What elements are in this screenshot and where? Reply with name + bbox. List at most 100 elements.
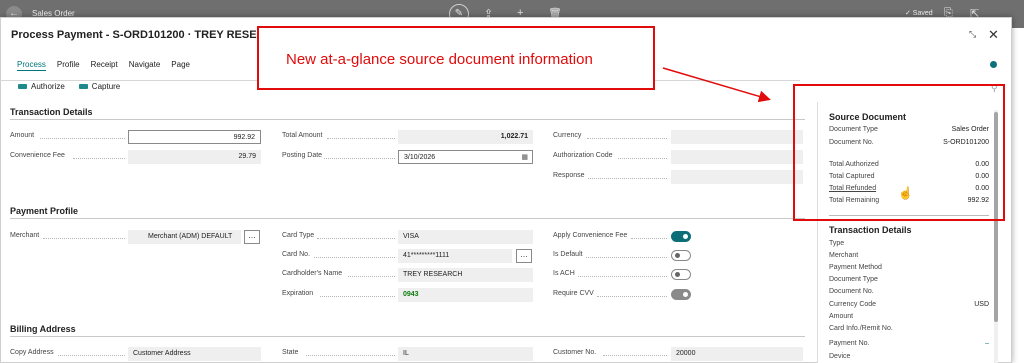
action-bar: Authorize Capture [18,82,120,91]
total-amount-value: 1,022.71 [398,130,533,144]
customer-no-value: 20000 [671,347,803,361]
section-payment-profile[interactable]: Payment Profile [10,206,78,216]
leader-dots [631,238,667,239]
calendar-icon[interactable]: ▦ [521,153,528,161]
response-field: Response [553,170,803,184]
expiration-label: Expiration [282,290,314,297]
fact-label: Document Type [829,276,878,283]
factbox-toggle-icon[interactable] [990,61,997,68]
apply-convenience-fee-toggle[interactable] [671,231,691,242]
leader-dots [317,238,395,239]
saved-status: ✓ Saved [905,10,933,17]
leader-dots [578,276,667,277]
state-value: IL [398,347,533,361]
is-ach-field: Is ACH [553,268,803,282]
fact-row: Document Type [829,276,989,283]
is-ach-label: Is ACH [553,270,575,277]
authorize-button[interactable]: Authorize [18,82,65,91]
require-cvv-toggle[interactable] [671,289,691,300]
dialog-title: Process Payment - S-ORD101200 · TREY RES… [11,29,289,41]
capture-button[interactable]: Capture [78,82,121,91]
customer-no-label: Customer No. [553,349,597,356]
fact-row: Document No. [829,288,989,295]
amount-input[interactable]: 992.92 [128,130,261,144]
fact-label: Payment Method [829,264,882,271]
menu-page[interactable]: Page [171,60,190,71]
expiration-value: 0943 [398,288,533,302]
require-cvv-field: Require CVV [553,288,803,302]
leader-dots [588,178,667,179]
close-icon[interactable]: ✕ [988,27,999,43]
convenience-fee-field: Convenience Fee 29.79 [10,150,261,164]
posting-date-value: 3/10/2026 [404,154,436,161]
menu-profile[interactable]: Profile [57,60,80,71]
fact-row: Type [829,240,989,247]
merchant-label: Merchant [10,232,40,239]
leader-dots [58,355,125,356]
leader-dots [324,158,395,159]
fact-row: Merchant [829,252,989,259]
cardholder-name-label: Cardholder's Name [282,270,343,277]
is-ach-toggle[interactable] [671,269,691,280]
fact-label: Device [829,353,851,360]
customer-no-field: Customer No. 20000 [553,347,803,361]
posting-date-input[interactable]: 3/10/2026 ▦ [398,150,533,164]
fact-value: – [985,340,989,347]
response-value [671,170,803,184]
leader-dots [597,296,667,297]
collapse-icon[interactable]: ⤡ [969,29,976,40]
posting-date-field: Posting Date 3/10/2026 ▦ [282,150,533,164]
card-no-field: Card No. 41*********1111 … [282,249,533,263]
copy-address-label: Copy Address [10,349,54,356]
currency-label: Currency [553,132,582,139]
state-field: State IL [282,347,533,361]
section-divider [10,336,805,337]
response-label: Response [553,172,585,179]
merchant-lookup-button[interactable]: … [244,230,260,244]
card-type-value: VISA [398,230,533,244]
card-lookup-button[interactable]: … [516,249,532,263]
fact-label: Type [829,240,845,247]
convenience-fee-value: 29.79 [128,150,261,164]
fact-label: Amount [829,313,854,320]
apply-convenience-fee-label: Apply Convenience Fee [553,232,628,239]
is-default-field: Is Default [553,249,803,263]
section-billing-address[interactable]: Billing Address [10,324,76,334]
annotation-text: New at-a-glance source document informat… [286,51,593,68]
fact-row: Amount [829,313,989,320]
fact-value: USD [974,301,989,308]
leader-dots [327,138,395,139]
require-cvv-label: Require CVV [553,290,594,297]
section-transaction-details[interactable]: Transaction Details [10,107,93,117]
fact-label: Card Info./Remit No. [829,325,893,332]
authorization-code-field: Authorization Code [553,150,803,164]
leader-dots [43,238,125,239]
menu-process[interactable]: Process [17,60,46,71]
state-label: State [282,349,299,356]
authorization-code-value [671,150,803,164]
card-icon [78,84,88,89]
menu-receipt[interactable]: Receipt [91,60,118,71]
merchant-field: Merchant Merchant (ADM) DEFAULT … [10,230,261,244]
menu-navigate[interactable]: Navigate [129,60,161,71]
transaction-details-fact-header[interactable]: Transaction Details [829,225,912,235]
is-default-label: Is Default [553,251,583,258]
hand-cursor-icon: ☝ [898,186,913,200]
copy-address-select[interactable]: Customer Address [128,347,261,361]
apply-convenience-fee-field: Apply Convenience Fee [553,230,803,244]
card-no-value: 41*********1111 [398,249,512,263]
is-default-toggle[interactable] [671,250,691,261]
leader-dots [603,355,667,356]
fact-label: Document No. [829,288,874,295]
convenience-fee-label: Convenience Fee [10,152,65,159]
total-amount-label: Total Amount [282,132,323,139]
leader-dots [587,138,667,139]
authorize-label: Authorize [31,82,65,91]
total-amount-field: Total Amount 1,022.71 [282,130,533,144]
fact-row: Payment No. – [829,340,989,347]
amount-label: Amount [10,132,35,139]
leader-dots [618,158,667,159]
capture-label: Capture [91,82,121,91]
leader-dots [314,257,395,258]
currency-value [671,130,803,144]
